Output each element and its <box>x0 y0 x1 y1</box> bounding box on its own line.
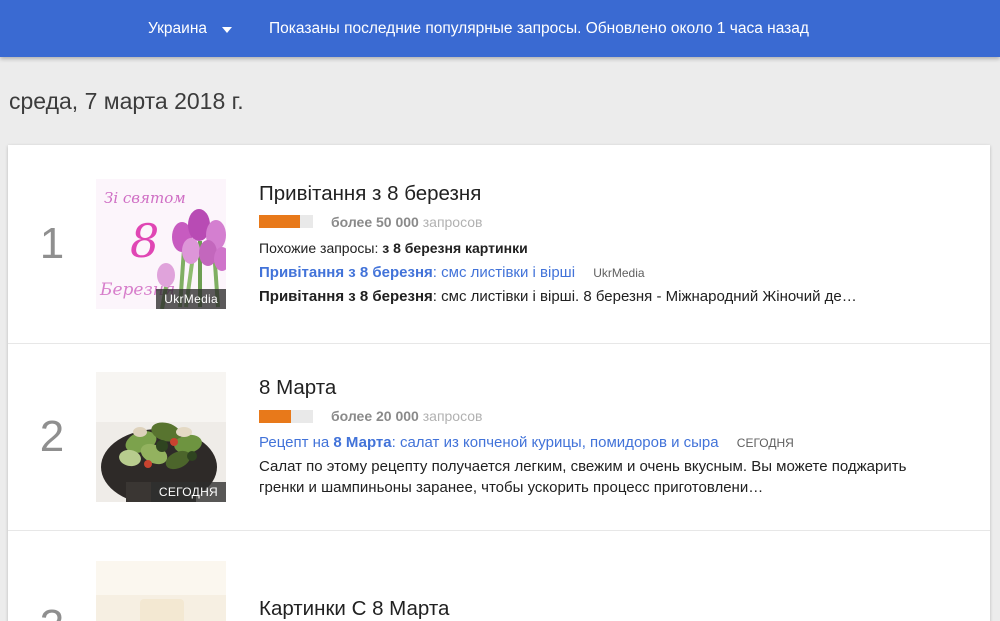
trend-content: Картинки С 8 Марта более 20 000 запросов <box>259 597 990 621</box>
volume-bar-track <box>259 215 313 228</box>
news-headline-link[interactable]: Привітання з 8 березня: смс листівки і в… <box>259 264 575 281</box>
region-selector[interactable]: Украина <box>148 20 232 38</box>
news-source: UkrMedia <box>593 266 644 280</box>
trend-row-3: 3 Картинки С 8 Мар <box>8 531 990 621</box>
trends-card: 1 Зі святом 8 Березня <box>8 145 990 621</box>
trend-thumbnail-salad[interactable]: СЕГОДНЯ <box>96 372 226 502</box>
trend-title-link[interactable]: 8 Марта <box>259 376 970 400</box>
trend-rank: 2 <box>8 412 96 462</box>
region-selector-label: Украина <box>148 20 207 38</box>
thumbnail-source-label: UkrMedia <box>156 289 226 309</box>
related-query-link[interactable]: з 8 березня картинки <box>382 240 527 256</box>
trend-content: 8 Марта более 20 000 запросов Рецепт на … <box>259 376 990 498</box>
related-queries: Похожие запросы: з 8 березня картинки <box>259 240 970 256</box>
header-status-text: Показаны последние популярные запросы. О… <box>269 20 809 38</box>
news-headline: Рецепт на 8 Марта: салат из копченой кур… <box>259 434 970 451</box>
svg-text:Зі святом: Зі святом <box>104 189 186 207</box>
trend-row-2: 2 <box>8 344 990 530</box>
trend-rank: 1 <box>8 219 96 269</box>
trend-thumbnail-gift[interactable] <box>96 561 226 621</box>
search-volume: более 50 000 запросов <box>259 214 970 230</box>
news-source: СЕГОДНЯ <box>737 436 794 450</box>
date-heading: среда, 7 марта 2018 г. <box>0 57 1000 145</box>
trend-title-link[interactable]: Привітання з 8 березня <box>259 182 970 206</box>
thumbnail-source-label: СЕГОДНЯ <box>151 482 226 502</box>
news-headline-link[interactable]: Рецепт на 8 Марта: салат из копченой кур… <box>259 434 719 451</box>
trend-thumbnail-tulips[interactable]: Зі святом 8 Березня U <box>96 179 226 309</box>
volume-bar-fill <box>259 215 300 228</box>
trend-row-1: 1 Зі святом 8 Березня <box>8 145 990 343</box>
news-headline: Привітання з 8 березня: смс листівки і в… <box>259 264 970 281</box>
chevron-down-icon <box>222 27 232 33</box>
news-snippet: Салат по этому рецепту получается легким… <box>259 456 907 498</box>
volume-text: более 50 000 запросов <box>331 214 482 230</box>
trend-title-link[interactable]: Картинки С 8 Марта <box>259 597 970 621</box>
top-header-bar: Украина Показаны последние популярные за… <box>0 0 1000 57</box>
trend-rank: 3 <box>8 601 96 621</box>
trend-content: Привітання з 8 березня более 50 000 запр… <box>259 182 990 307</box>
svg-text:8: 8 <box>130 214 159 268</box>
volume-bar-fill <box>259 410 291 423</box>
search-volume: более 20 000 запросов <box>259 408 970 424</box>
gift-image <box>96 561 226 621</box>
volume-text: более 20 000 запросов <box>331 408 482 424</box>
news-snippet: Привітання з 8 березня: смс листівки і в… <box>259 286 907 307</box>
volume-bar-track <box>259 410 313 423</box>
